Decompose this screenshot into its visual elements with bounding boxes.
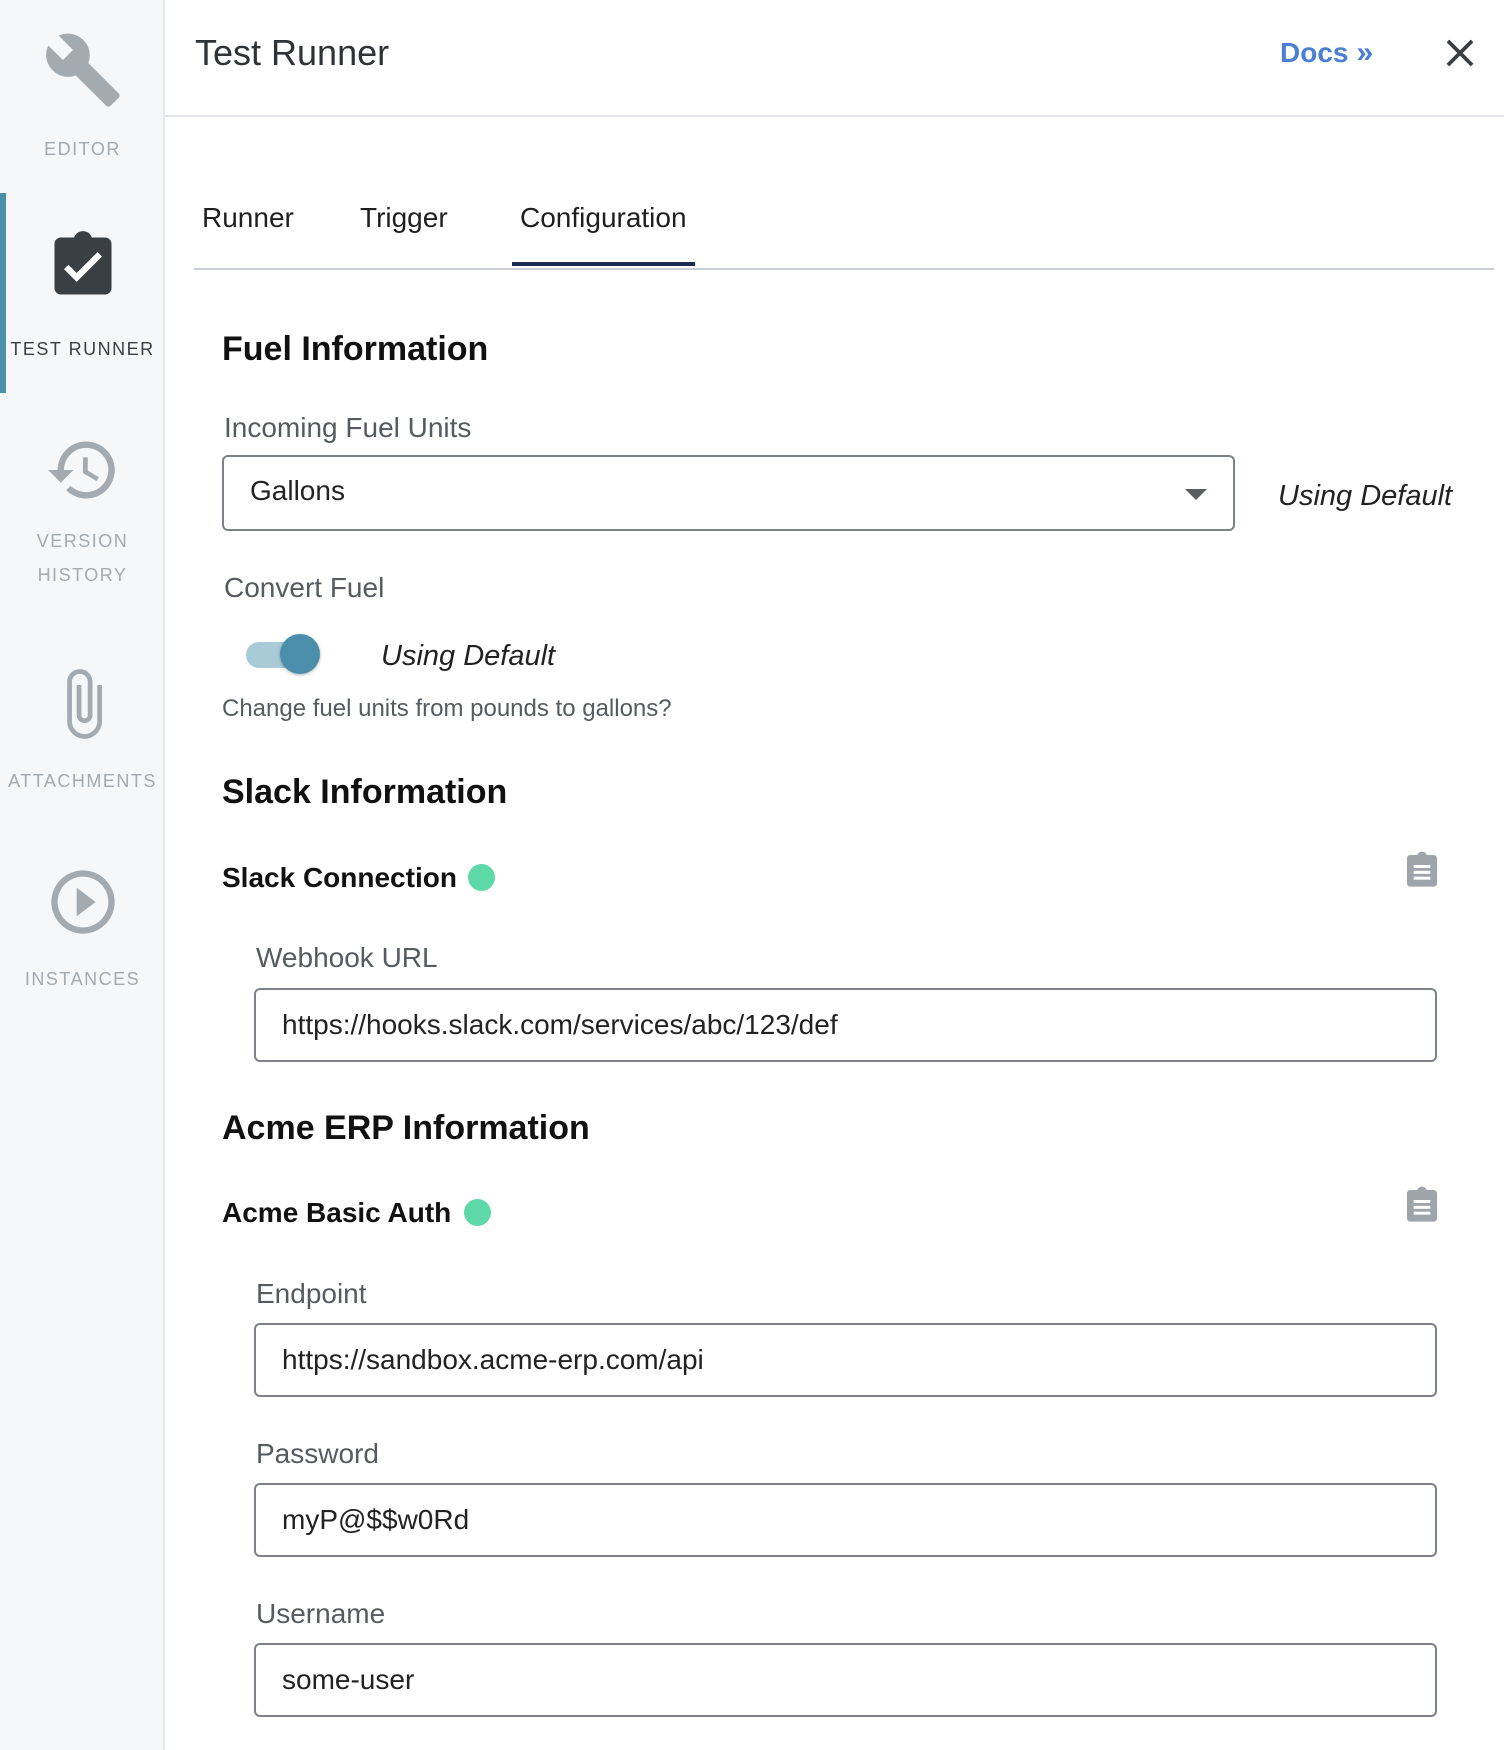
field-label-convert-fuel: Convert Fuel: [224, 572, 385, 603]
page-title: Test Runner: [195, 32, 390, 73]
fuel-units-value: Gallons: [250, 475, 345, 506]
status-indicator: [464, 1199, 491, 1226]
endpoint-input[interactable]: [254, 1323, 1437, 1397]
clipboard-icon[interactable]: [1402, 1183, 1442, 1227]
sidebar-item-label: INSTANCES: [24, 969, 141, 989]
clipboard-check-icon: [54, 231, 111, 295]
sidebar: EDITOR TEST RUNNER VERSION HISTORY ATTAC…: [0, 0, 165, 1750]
sidebar-item-editor[interactable]: EDITOR: [0, 30, 165, 166]
sidebar-item-test-runner[interactable]: TEST RUNNER: [0, 228, 165, 366]
close-icon[interactable]: [1437, 30, 1483, 76]
history-icon: [47, 441, 115, 499]
section-title-acme: Acme ERP Information: [222, 1109, 590, 1147]
clipboard-icon[interactable]: [1402, 848, 1442, 892]
field-label-webhook-url: Webhook URL: [256, 942, 438, 973]
section-title-fuel: Fuel Information: [222, 330, 489, 368]
field-label-username: Username: [256, 1598, 386, 1629]
connection-name: Acme Basic Auth: [222, 1197, 452, 1228]
webhook-url-input[interactable]: [254, 988, 1437, 1062]
convert-fuel-toggle[interactable]: [246, 634, 320, 674]
header: Test Runner Docs»: [165, 0, 1504, 117]
caret-down-icon: [1185, 489, 1207, 500]
sidebar-item-label: HISTORY: [37, 565, 128, 585]
default-note: Using Default: [381, 640, 556, 672]
tab-configuration[interactable]: Configuration: [512, 202, 695, 266]
sidebar-item-instances[interactable]: INSTANCES: [0, 864, 165, 996]
field-label-fuel-units: Incoming Fuel Units: [224, 412, 472, 443]
sidebar-item-label: ATTACHMENTS: [8, 771, 157, 791]
section-title-slack: Slack Information: [222, 773, 508, 811]
wrench-icon: [45, 33, 120, 107]
field-label-password: Password: [256, 1438, 379, 1469]
tab-trigger[interactable]: Trigger: [352, 202, 456, 234]
docs-link[interactable]: Docs»: [1280, 36, 1373, 70]
docs-label: Docs: [1280, 37, 1349, 68]
sidebar-item-attachments[interactable]: ATTACHMENTS: [0, 664, 165, 798]
sidebar-item-label: EDITOR: [44, 139, 121, 159]
helper-text: Change fuel units from pounds to gallons…: [222, 695, 672, 722]
play-circle-icon: [50, 870, 115, 934]
status-indicator: [468, 864, 495, 891]
sidebar-item-label: VERSION: [36, 531, 129, 551]
tab-runner[interactable]: Runner: [194, 202, 302, 234]
tab-bar: Runner Trigger Configuration: [194, 190, 1494, 270]
sidebar-item-label: TEST RUNNER: [10, 339, 155, 359]
sidebar-item-version-history[interactable]: VERSION HISTORY: [0, 432, 165, 592]
connection-name: Slack Connection: [222, 862, 457, 893]
double-chevron-right-icon: »: [1356, 36, 1374, 69]
paperclip-icon: [66, 669, 102, 739]
default-note: Using Default: [1278, 480, 1453, 512]
field-label-endpoint: Endpoint: [256, 1278, 367, 1309]
fuel-units-select[interactable]: Gallons: [222, 455, 1235, 531]
password-input[interactable]: [254, 1483, 1437, 1557]
username-input[interactable]: [254, 1643, 1437, 1717]
toggle-knob: [280, 634, 320, 674]
